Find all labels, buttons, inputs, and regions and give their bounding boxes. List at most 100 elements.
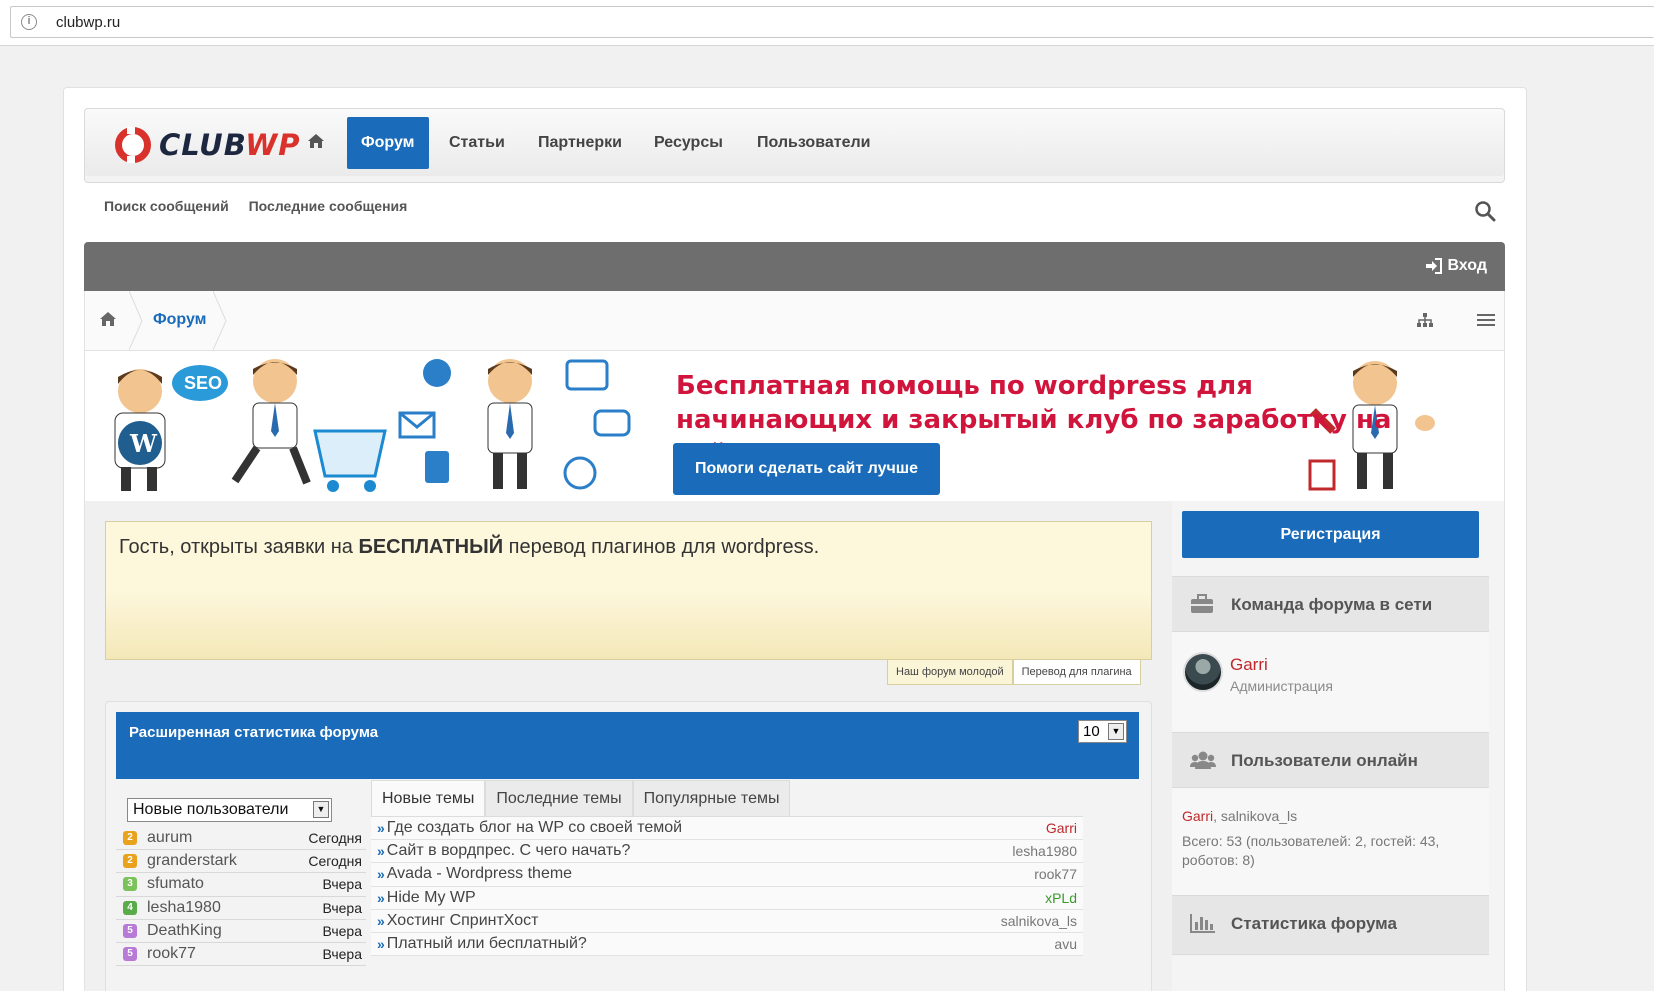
topic-title[interactable]: Платный или бесплатный? [387,935,587,953]
staff-online-list: Garri Администрация [1172,632,1489,732]
breadcrumb-separator [213,291,227,350]
staff-user-name[interactable]: Garri [1230,655,1268,675]
login-button[interactable]: Вход [1425,257,1487,275]
online-user[interactable]: Garri [1182,808,1213,824]
search-icon[interactable] [1474,200,1496,227]
nav-item-partners[interactable]: Партнерки [524,117,636,169]
notice-text-bold: БЕСПЛАТНЫЙ [358,536,504,558]
svg-text:SEO: SEO [184,373,222,393]
table-row: » Hide My WP xPLd [371,887,1083,910]
topic-title[interactable]: Hide My WP [387,889,476,907]
list-item[interactable]: 3 sfumato Вчера [116,873,366,897]
login-label: Вход [1447,257,1487,274]
list-item[interactable]: 4 lesha1980 Вчера [116,897,366,920]
user-name[interactable]: aurum [147,829,192,847]
sub-navigation: Поиск сообщений Последние сообщения [104,198,423,214]
breadcrumb-forum[interactable]: Форум [153,311,207,329]
lifebuoy-icon [115,127,151,163]
double-chevron-right-icon: » [377,936,385,953]
latest-posts-link[interactable]: Последние сообщения [249,198,408,214]
main-navigation: CLUBWP Форум Статьи Партнерки Ресурсы По… [84,108,1505,183]
user-name[interactable]: sfumato [147,875,204,893]
user-joined: Сегодня [308,830,362,847]
url-text[interactable]: clubwp.ru [56,14,120,31]
user-name[interactable]: DeathKing [147,922,222,940]
double-chevron-right-icon: » [377,912,385,929]
extended-forum-stats: Расширенная статистика форума 10 ▼ Новые… [105,701,1152,991]
users-filter-select[interactable]: Новые пользователи ▼ [127,798,332,822]
topic-author[interactable]: salnikova_ls [1001,913,1077,929]
user-joined: Вчера [322,922,362,939]
promo-banner: SEO W Бесплатная помощь по wordpress для… [84,351,1505,501]
site-info-icon[interactable]: i [21,14,37,30]
list-item[interactable]: 5 DeathKing Вчера [116,920,366,943]
login-bar: Вход [84,242,1505,291]
topic-author[interactable]: lesha1980 [1012,843,1077,859]
users-filter-value: Новые пользователи [133,801,289,818]
notice-tabs: Наш форум молодой Перевод для плагина [887,660,1141,685]
browser-toolbar: i clubwp.ru [0,0,1654,46]
online-user-names: Garri, salnikova_ls [1182,808,1298,824]
tab-popular-topics[interactable]: Популярные темы [632,780,791,816]
sign-in-icon [1426,258,1443,274]
user-name[interactable]: rook77 [147,945,196,963]
staff-online-title: Команда форума в сети [1231,595,1433,614]
topic-author[interactable]: Garri [1046,820,1077,836]
logo-text: CLUBWP [159,128,301,162]
breadcrumb-home-icon[interactable] [99,311,117,332]
address-bar[interactable]: i clubwp.ru [10,6,1654,38]
avatar[interactable] [1183,652,1223,692]
topic-title[interactable]: Хостинг СпринтХост [387,912,539,930]
stats-count-select[interactable]: 10 ▼ [1078,720,1127,743]
nav-item-articles[interactable]: Статьи [435,117,519,169]
chevron-down-icon: ▼ [1108,723,1124,740]
site-logo[interactable]: CLUBWP [115,125,301,165]
users-online-title: Пользователи онлайн [1231,751,1418,770]
new-users-list: 2 aurum Сегодня 2 granderstark Сегодня 3… [116,827,366,967]
online-user[interactable]: salnikova_ls [1221,808,1297,824]
users-icon [1190,750,1216,775]
notice-text-prefix: Гость, открыты заявки на [119,536,359,558]
menu-icon[interactable] [1476,312,1496,333]
topic-author[interactable]: avu [1054,936,1077,952]
nav-item-users[interactable]: Пользователи [743,117,884,169]
tab-new-topics[interactable]: Новые темы [371,780,486,816]
search-posts-link[interactable]: Поиск сообщений [104,198,229,214]
topic-title[interactable]: Avada - Wordpress theme [387,865,572,883]
nav-item-resources[interactable]: Ресурсы [640,117,737,169]
user-name[interactable]: lesha1980 [147,899,221,917]
list-item[interactable]: 5 rook77 Вчера [116,943,366,967]
svg-text:W: W [129,429,158,458]
staff-user-role: Администрация [1230,678,1333,694]
user-joined: Вчера [322,876,362,893]
help-improve-button[interactable]: Помоги сделать сайт лучше [673,443,940,495]
nav-item-forum[interactable]: Форум [347,117,429,169]
users-online-body: Garri, salnikova_ls Всего: 53 (пользоват… [1172,788,1489,895]
breadcrumb: Форум [84,291,1505,351]
home-icon[interactable] [307,133,325,154]
users-online-header: Пользователи онлайн [1172,732,1489,788]
register-button[interactable]: Регистрация [1182,511,1479,558]
seo-character-illustration: SEO W [114,365,228,491]
page-container: CLUBWP Форум Статьи Партнерки Ресурсы По… [63,87,1527,991]
user-name[interactable]: granderstark [147,852,237,870]
user-joined: Сегодня [308,853,362,870]
table-row: » Платный или бесплатный? avu [371,933,1083,957]
forum-stats-header: Статистика форума [1172,895,1489,955]
chevron-down-icon: ▼ [313,801,329,818]
topic-author[interactable]: xPLd [1045,890,1077,906]
staff-online-header: Команда форума в сети [1172,576,1489,632]
tab-latest-topics[interactable]: Последние темы [485,780,633,816]
double-chevron-right-icon: » [377,866,385,883]
topic-title[interactable]: Сайт в вордпрес. С чего начать? [387,842,631,860]
double-chevron-right-icon: » [377,820,385,837]
topics-list: » Где создать блог на WP со своей темой … [371,816,1083,957]
list-item[interactable]: 2 granderstark Сегодня [116,850,366,874]
topic-title[interactable]: Где создать блог на WP со своей темой [387,819,682,837]
topic-author[interactable]: rook77 [1034,866,1077,882]
notice-tab-plugin-translation[interactable]: Перевод для плагина [1012,660,1141,685]
sitemap-icon[interactable] [1416,312,1434,333]
list-item[interactable]: 2 aurum Сегодня [116,827,366,851]
table-row: » Хостинг СпринтХост salnikova_ls [371,910,1083,933]
notice-tab-young-forum[interactable]: Наш форум молодой [887,660,1013,685]
